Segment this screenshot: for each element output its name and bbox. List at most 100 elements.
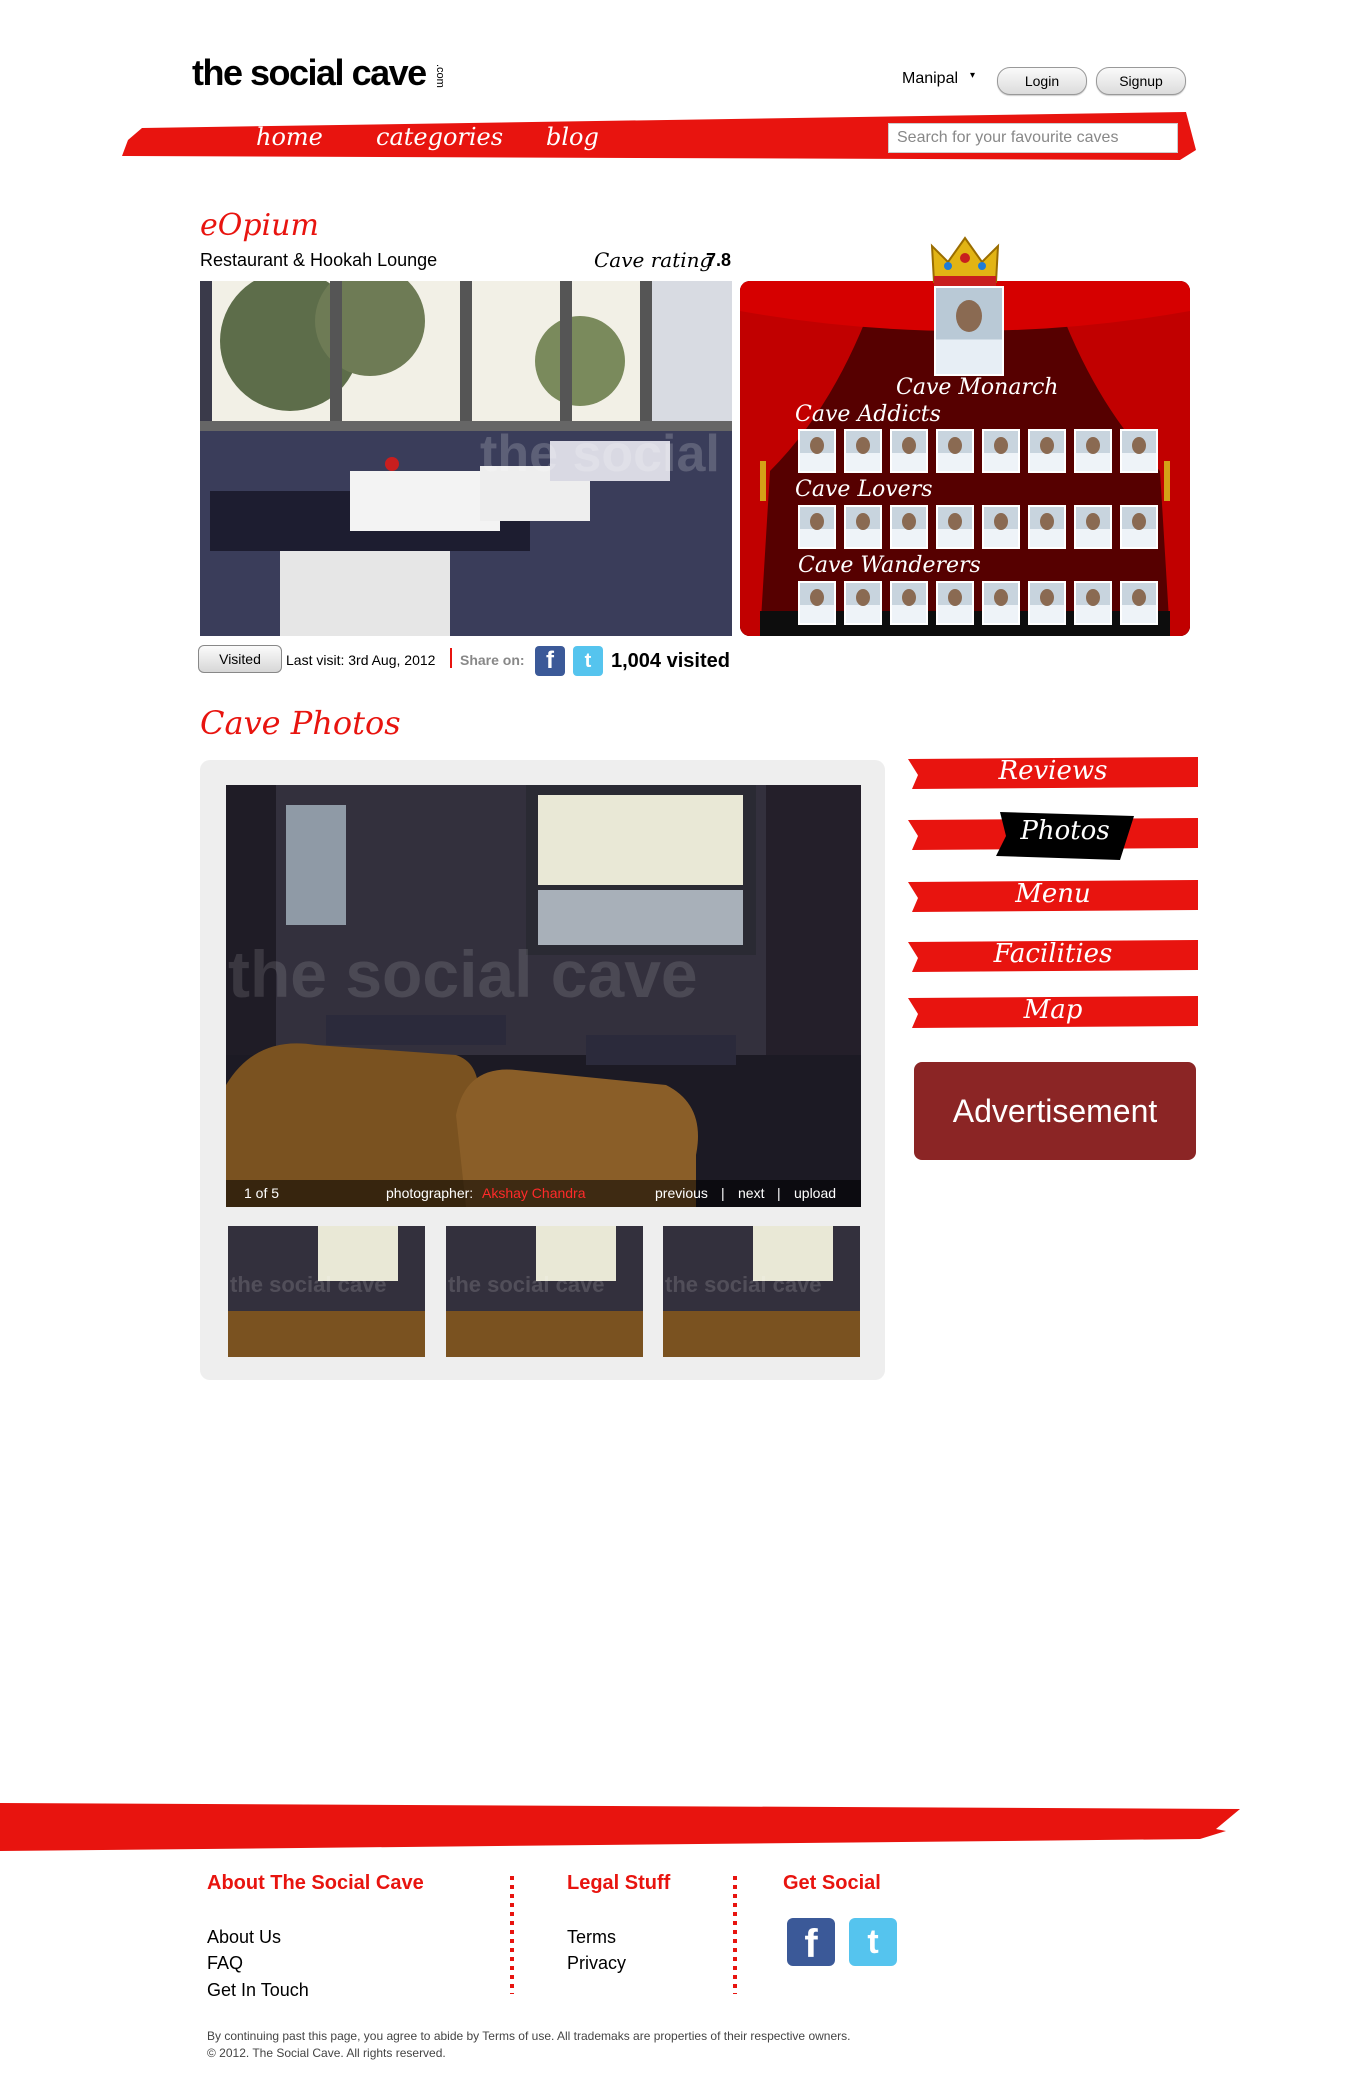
footer-divider: [510, 1876, 514, 1994]
footer-disclaimer: By continuing past this page, you agree …: [207, 2029, 851, 2043]
gallery-thumbnail[interactable]: the social cave: [446, 1226, 643, 1357]
last-visit-text: Last visit: 3rd Aug, 2012: [286, 652, 436, 668]
cave-type: Restaurant & Hookah Lounge: [200, 250, 438, 270]
facebook-icon[interactable]: f: [787, 1918, 835, 1966]
footer-link-get-in-touch[interactable]: Get In Touch: [207, 1980, 309, 2001]
advertisement-banner[interactable]: Advertisement: [914, 1062, 1196, 1160]
photo-counter: 1 of 5: [244, 1185, 280, 1201]
twitter-icon[interactable]: t: [849, 1918, 897, 1966]
nav-home[interactable]: home: [256, 123, 323, 151]
visited-button[interactable]: Visited: [198, 645, 282, 673]
cave-addicts-label: Cave Addicts: [795, 402, 941, 427]
member-avatar[interactable]: [798, 429, 836, 473]
thumbnail-illustration: the social cave: [228, 1226, 425, 1357]
member-avatar[interactable]: [1028, 429, 1066, 473]
cave-photos-title: Cave Photos: [200, 704, 401, 742]
caret-down-icon[interactable]: ▾: [970, 70, 975, 81]
tab-map[interactable]: Map: [908, 995, 1198, 1025]
member-avatar[interactable]: [890, 505, 928, 549]
member-avatar[interactable]: [982, 429, 1020, 473]
gallery-thumbnail[interactable]: the social cave: [663, 1226, 860, 1357]
cave-lovers-avatars: [798, 505, 1158, 549]
cave-rating-label: Cave rating: [594, 248, 713, 272]
cave-lovers-label: Cave Lovers: [795, 477, 933, 502]
member-avatar[interactable]: [1120, 429, 1158, 473]
gallery-room-illustration: the social cave: [226, 785, 861, 1207]
share-label: Share on:: [460, 652, 525, 668]
member-avatar[interactable]: [1120, 505, 1158, 549]
site-logo-suffix: .com: [434, 64, 446, 88]
thumbnail-illustration: the social cave: [663, 1226, 860, 1357]
member-avatar[interactable]: [844, 505, 882, 549]
thumbnail-illustration: the social cave: [446, 1226, 643, 1357]
photographer-label: photographer:: [386, 1185, 474, 1201]
twitter-share-icon[interactable]: t: [573, 646, 603, 676]
cave-monarch-avatar[interactable]: [934, 286, 1004, 376]
tab-photos[interactable]: Photos: [996, 816, 1134, 846]
cave-wanderers-label: Cave Wanderers: [798, 553, 981, 578]
previous-link[interactable]: previous: [655, 1185, 708, 1201]
cave-rating-value: 7.8: [706, 250, 732, 270]
thumbnail-watermark: the social cave: [448, 1272, 605, 1297]
gallery-thumbnail[interactable]: the social cave: [228, 1226, 425, 1357]
cave-name: eOpium: [200, 208, 319, 243]
upload-link[interactable]: upload: [794, 1185, 836, 1201]
visited-count: 1,004 visited: [611, 650, 730, 672]
facebook-share-icon[interactable]: f: [535, 646, 565, 676]
member-avatar[interactable]: [982, 581, 1020, 625]
footer-link-privacy[interactable]: Privacy: [567, 1953, 626, 1974]
signup-button[interactable]: Signup: [1096, 67, 1186, 95]
cave-wanderers-avatars: [798, 581, 1158, 625]
footer-link-terms[interactable]: Terms: [567, 1927, 616, 1948]
crown-icon: [930, 236, 1000, 286]
photographer-name[interactable]: Akshay Chandra: [482, 1185, 586, 1201]
thumbnail-watermark: the social cave: [230, 1272, 387, 1297]
divider: [450, 648, 452, 668]
photo-watermark: the social cave: [480, 425, 732, 483]
city-selector[interactable]: Manipal: [902, 70, 958, 88]
footer-about-title: About The Social Cave: [207, 1872, 424, 1894]
member-avatar[interactable]: [798, 505, 836, 549]
search-input[interactable]: [888, 123, 1178, 153]
gallery-watermark: the social cave: [228, 937, 698, 1011]
member-avatar[interactable]: [844, 581, 882, 625]
member-avatar[interactable]: [1028, 581, 1066, 625]
member-avatar[interactable]: [1074, 505, 1112, 549]
tab-reviews[interactable]: Reviews: [908, 756, 1198, 786]
footer-link-about-us[interactable]: About Us: [207, 1927, 281, 1948]
member-avatar[interactable]: [798, 581, 836, 625]
cave-interior-illustration: the social cave: [200, 281, 732, 636]
member-avatar[interactable]: [890, 581, 928, 625]
member-avatar[interactable]: [982, 505, 1020, 549]
cave-main-photo[interactable]: the social cave: [200, 281, 732, 636]
footer-legal-title: Legal Stuff: [567, 1872, 671, 1894]
footer-divider: [733, 1876, 737, 1994]
member-avatar[interactable]: [890, 429, 928, 473]
cave-monarch-label: Cave Monarch: [896, 375, 1059, 400]
footer-link-faq[interactable]: FAQ: [207, 1953, 243, 1974]
next-link[interactable]: next: [738, 1185, 764, 1201]
member-avatar[interactable]: [1074, 581, 1112, 625]
login-button[interactable]: Login: [997, 67, 1087, 95]
member-avatar[interactable]: [844, 429, 882, 473]
footer-copyright: © 2012. The Social Cave. All rights rese…: [207, 2046, 446, 2060]
thumbnail-watermark: the social cave: [665, 1272, 822, 1297]
divider: |: [777, 1185, 781, 1201]
member-avatar[interactable]: [1028, 505, 1066, 549]
member-avatar[interactable]: [1120, 581, 1158, 625]
member-avatar[interactable]: [936, 505, 974, 549]
footer-social-title: Get Social: [783, 1872, 881, 1894]
divider: |: [721, 1185, 725, 1201]
member-avatar[interactable]: [1074, 429, 1112, 473]
tab-menu[interactable]: Menu: [908, 879, 1198, 909]
cave-addicts-avatars: [798, 429, 1158, 473]
nav-blog[interactable]: blog: [546, 123, 599, 151]
gallery-caption-bar: 1 of 5 photographer: Akshay Chandra prev…: [226, 1180, 861, 1207]
footer-band: [0, 1803, 1240, 1851]
member-avatar[interactable]: [936, 429, 974, 473]
member-avatar[interactable]: [936, 581, 974, 625]
gallery-main-photo[interactable]: the social cave: [226, 785, 861, 1207]
tab-facilities[interactable]: Facilities: [908, 939, 1198, 969]
site-logo[interactable]: the social cave: [192, 52, 427, 94]
nav-categories[interactable]: categories: [376, 123, 503, 151]
